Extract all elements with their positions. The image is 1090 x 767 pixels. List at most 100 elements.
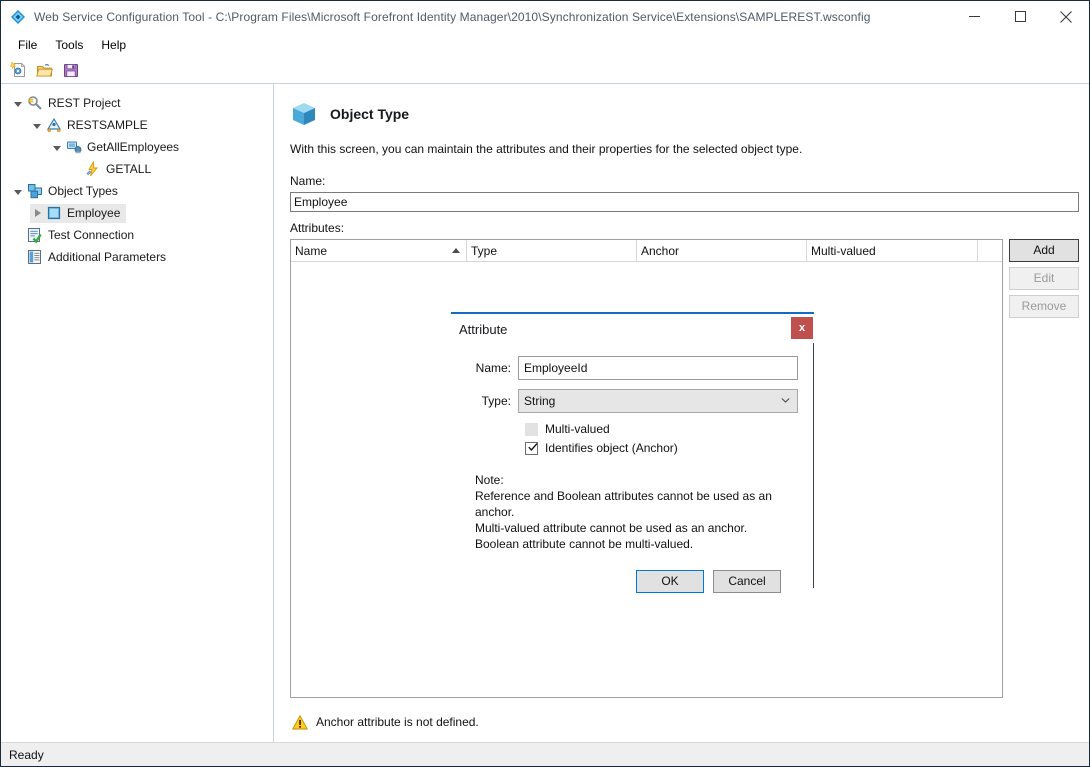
tree-item-label: GetAllEmployees xyxy=(87,140,180,154)
tree-item-label: Test Connection xyxy=(48,228,135,242)
grid-column-label: Name xyxy=(295,243,328,258)
grid-column-type[interactable]: Type xyxy=(467,240,637,261)
dialog-cancel-button[interactable]: Cancel xyxy=(713,570,781,593)
tree-item-restsample[interactable]: RESTSAMPLE xyxy=(1,114,273,136)
attribute-dialog: Attribute x Name: Type: String Multi-val xyxy=(451,312,814,593)
tree-item-employee[interactable]: Employee xyxy=(1,202,273,224)
note-heading: Note: xyxy=(475,473,504,487)
grid-header-row: Name Type Anchor Multi-valued xyxy=(291,240,1002,262)
grid-column-label: Multi-valued xyxy=(811,243,876,258)
attributes-label: Attributes: xyxy=(290,221,345,235)
validation-message: Anchor attribute is not defined. xyxy=(274,702,1089,742)
dialog-body: Name: Type: String Multi-valued xyxy=(451,344,814,593)
status-bar: Ready xyxy=(1,742,1089,766)
status-bar-text: Ready xyxy=(9,747,44,762)
tree-item-test-connection[interactable]: Test Connection xyxy=(1,224,273,246)
multivalued-row[interactable]: Multi-valued xyxy=(525,422,798,436)
object-types-icon xyxy=(27,183,43,199)
checkmark-icon xyxy=(528,442,538,451)
expander-open-icon[interactable] xyxy=(11,183,27,199)
dialog-type-row: Type: String xyxy=(463,389,798,413)
test-connection-icon xyxy=(27,227,43,243)
tree-item-getall[interactable]: GETALL xyxy=(1,158,273,180)
page-header: Object Type xyxy=(290,100,1079,128)
tree-item-getallemployees[interactable]: GetAllEmployees xyxy=(1,136,273,158)
minimize-button[interactable] xyxy=(951,1,997,32)
title-bar: Web Service Configuration Tool - C:\Prog… xyxy=(1,1,1089,34)
page-title: Object Type xyxy=(330,106,410,122)
tree-item-label: GETALL xyxy=(106,162,152,176)
tree-item-rest-project[interactable]: REST Project xyxy=(1,92,273,114)
dialog-name-label: Name: xyxy=(475,361,511,375)
menu-tools[interactable]: Tools xyxy=(46,35,92,56)
endpoint-icon xyxy=(66,139,82,155)
multivalued-checkbox xyxy=(525,422,538,436)
page-description: With this screen, you can maintain the a… xyxy=(290,142,803,156)
dialog-note: Note: Reference and Boolean attributes c… xyxy=(475,472,798,552)
multivalued-label: Multi-valued xyxy=(545,422,610,436)
rest-project-icon xyxy=(27,95,43,111)
warning-icon xyxy=(292,714,308,730)
anchor-checkbox[interactable] xyxy=(525,441,538,455)
object-type-icon xyxy=(46,205,62,221)
attribute-name-input[interactable] xyxy=(518,356,798,380)
menu-bar: File Tools Help xyxy=(1,34,1089,56)
note-line-2: Multi-valued attribute cannot be used as… xyxy=(475,521,748,535)
tree-item-additional-parameters[interactable]: Additional Parameters xyxy=(1,246,273,268)
additional-parameters-icon xyxy=(27,249,43,265)
menu-file[interactable]: File xyxy=(9,35,46,56)
name-field-label: Name: xyxy=(290,174,326,188)
open-project-icon xyxy=(36,61,54,79)
sort-ascending-icon xyxy=(452,248,460,253)
expander-open-icon[interactable] xyxy=(50,139,66,155)
app-icon xyxy=(10,9,26,25)
dialog-buttons: OK Cancel xyxy=(463,570,798,593)
attribute-action-buttons: Add Edit Remove xyxy=(1009,239,1079,318)
expander-closed-icon[interactable] xyxy=(30,205,46,221)
maximize-button[interactable] xyxy=(997,1,1043,32)
note-line-1: Reference and Boolean attributes cannot … xyxy=(475,489,772,519)
attribute-type-select[interactable]: String xyxy=(518,389,798,413)
note-line-3: Boolean attribute cannot be multi-valued… xyxy=(475,537,694,551)
new-project-button[interactable] xyxy=(8,59,30,81)
tree-item-label: REST Project xyxy=(48,96,121,110)
expander-open-icon[interactable] xyxy=(11,95,27,111)
validation-message-text: Anchor attribute is not defined. xyxy=(316,715,479,729)
dialog-name-row: Name: xyxy=(463,356,798,380)
operation-icon xyxy=(85,161,101,177)
anchor-row[interactable]: Identifies object (Anchor) xyxy=(525,441,798,455)
grid-column-multivalued[interactable]: Multi-valued xyxy=(807,240,978,261)
new-project-icon xyxy=(10,61,28,79)
remove-attribute-button: Remove xyxy=(1009,295,1079,318)
save-project-button[interactable] xyxy=(60,59,82,81)
dialog-type-label: Type: xyxy=(481,394,511,408)
window-controls xyxy=(951,1,1089,33)
grid-column-name[interactable]: Name xyxy=(291,240,467,261)
menu-help[interactable]: Help xyxy=(92,35,135,56)
expander-open-icon[interactable] xyxy=(30,117,46,133)
tree-item-label: Additional Parameters xyxy=(48,250,167,264)
dialog-title-bar: Attribute x xyxy=(451,314,814,344)
tree-item-label: RESTSAMPLE xyxy=(67,118,148,132)
tree-item-object-types[interactable]: Object Types xyxy=(1,180,273,202)
close-button[interactable] xyxy=(1043,1,1089,32)
grid-column-anchor[interactable]: Anchor xyxy=(637,240,807,261)
grid-column-filler[interactable] xyxy=(978,240,1002,261)
tree-item-label: Object Types xyxy=(48,184,118,198)
save-project-icon xyxy=(62,61,80,79)
grid-column-label: Anchor xyxy=(641,243,680,258)
add-attribute-button[interactable]: Add xyxy=(1009,239,1079,262)
edit-attribute-button: Edit xyxy=(1009,267,1079,290)
tree-item-label: Employee xyxy=(67,206,121,220)
open-project-button[interactable] xyxy=(34,59,56,81)
navigation-tree: REST Project RESTSAMPLE GetAllEmployees … xyxy=(1,84,274,742)
grid-column-label: Type xyxy=(471,243,498,258)
attribute-type-value: String xyxy=(524,394,556,408)
dialog-ok-button[interactable]: OK xyxy=(636,570,704,593)
object-type-cube-icon xyxy=(290,100,318,128)
dialog-title: Attribute xyxy=(459,321,508,337)
application-window: Web Service Configuration Tool - C:\Prog… xyxy=(0,0,1090,767)
dialog-close-button[interactable]: x xyxy=(791,317,813,339)
object-type-name-input[interactable] xyxy=(290,192,1079,212)
service-icon xyxy=(46,117,62,133)
